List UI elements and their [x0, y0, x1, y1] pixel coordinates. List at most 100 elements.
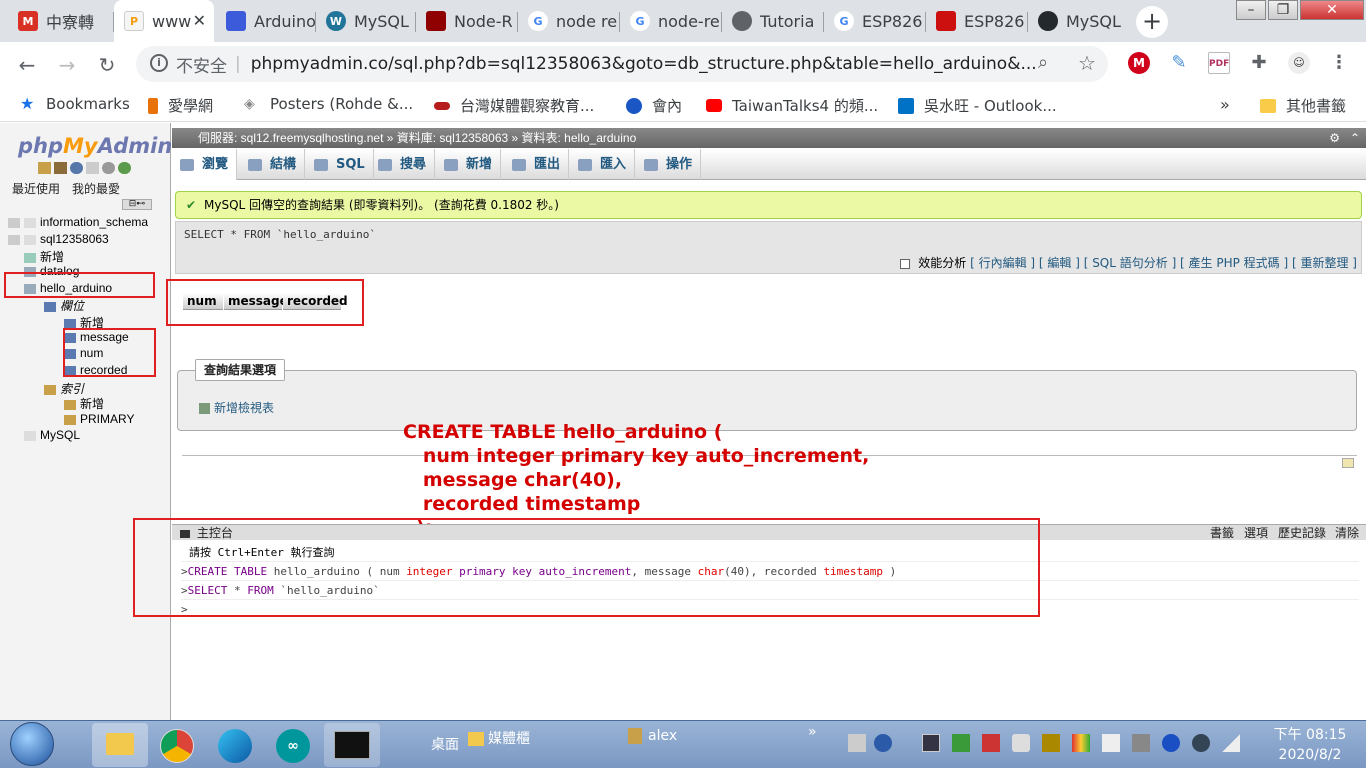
- profiling-checkbox[interactable]: [900, 258, 911, 269]
- bookmark-item[interactable]: ◈ Posters (Rohde &...: [244, 95, 413, 113]
- feather-extension-icon[interactable]: ✎: [1168, 52, 1190, 74]
- arduino-taskbar-icon[interactable]: ∞: [266, 723, 322, 767]
- start-button[interactable]: [10, 722, 54, 766]
- edge-taskbar-icon[interactable]: [208, 723, 264, 767]
- query-action-links[interactable]: [ 行內編輯 ] [ 編輯 ] [ SQL 語句分析 ] [ 產生 PHP 程式…: [970, 256, 1357, 270]
- docs-icon[interactable]: [86, 162, 99, 174]
- tree-db-information-schema[interactable]: information_schema: [8, 215, 148, 229]
- help-tray-icon[interactable]: [874, 734, 892, 752]
- browser-tab[interactable]: Tutoria: [722, 0, 824, 42]
- other-bookmarks-folder[interactable]: 其他書籤: [1260, 95, 1346, 116]
- browser-tab[interactable]: Node-R: [416, 0, 518, 42]
- app-tray-icon[interactable]: [1072, 734, 1090, 752]
- close-icon[interactable]: ✕: [193, 11, 206, 30]
- browser-tab[interactable]: M 中寮轉: [8, 0, 114, 42]
- create-view-link[interactable]: 新增檢視表: [199, 399, 274, 416]
- tree-new-index[interactable]: 新增: [64, 395, 104, 412]
- tab-browse[interactable]: 瀏覽: [172, 149, 238, 180]
- flag-icon[interactable]: [1102, 734, 1120, 752]
- browser-tab[interactable]: ESP826: [926, 0, 1028, 42]
- bookmark-item[interactable]: 會內: [626, 95, 682, 116]
- forward-arrow-icon[interactable]: →: [53, 51, 81, 79]
- browser-tab[interactable]: G ESP826: [824, 0, 926, 42]
- mega-extension-icon[interactable]: M: [1128, 52, 1150, 74]
- bookmark-item[interactable]: ★ Bookmarks: [20, 95, 130, 113]
- console-clear[interactable]: 清除: [1335, 525, 1359, 541]
- new-tab-button[interactable]: +: [1136, 6, 1168, 38]
- sync-icon[interactable]: [952, 734, 970, 752]
- settings-icon[interactable]: [102, 162, 115, 174]
- tree-columns[interactable]: 欄位: [44, 297, 84, 314]
- tab-operations[interactable]: 操作: [636, 149, 702, 180]
- tab-search[interactable]: 搜尋: [370, 149, 436, 180]
- tab-sql[interactable]: SQL: [306, 149, 374, 180]
- print-view-icon[interactable]: [1342, 458, 1354, 468]
- recent-tab[interactable]: 最近使用: [12, 180, 60, 197]
- volume-icon[interactable]: [1012, 734, 1030, 752]
- puzzle-extensions-icon[interactable]: ✚: [1248, 52, 1270, 74]
- breadcrumb-db[interactable]: 資料庫: sql12358063: [397, 131, 508, 145]
- explorer-taskbar-icon[interactable]: [92, 723, 148, 767]
- browser-tab[interactable]: W MySQL: [316, 0, 416, 42]
- tree-db-sql12358063[interactable]: sql12358063: [8, 232, 109, 246]
- profile-avatar[interactable]: ☺: [1288, 52, 1310, 74]
- signal-icon[interactable]: [1222, 734, 1240, 752]
- browser-tab-active[interactable]: P www ✕: [114, 0, 214, 42]
- bookmark-item[interactable]: TaiwanTalks4 的頻...: [706, 95, 878, 116]
- breadcrumb-server[interactable]: 伺服器: sql12.freemysqlhosting.net: [198, 131, 383, 145]
- collapse-icon[interactable]: [8, 234, 20, 245]
- browser-tab[interactable]: G node-re: [620, 0, 722, 42]
- zoom-icon[interactable]: ⌕: [1038, 52, 1048, 73]
- minimize-button[interactable]: –: [1236, 0, 1266, 20]
- menu-dots-icon[interactable]: ⋮: [1328, 52, 1350, 74]
- keyboard-icon[interactable]: [848, 734, 866, 752]
- browser-tab[interactable]: MySQL: [1028, 0, 1128, 42]
- browser-tab[interactable]: Arduino: [216, 0, 316, 42]
- tree-index-primary[interactable]: PRIMARY: [64, 412, 134, 426]
- monitor-icon[interactable]: [922, 734, 940, 752]
- chrome-taskbar-icon[interactable]: [150, 723, 206, 767]
- reload-icon[interactable]: ↻: [93, 51, 121, 79]
- home-icon[interactable]: [38, 162, 51, 174]
- tree-new-table[interactable]: 新增: [24, 248, 64, 265]
- media-library-toolbar[interactable]: 媒體櫃: [468, 728, 530, 748]
- info-icon[interactable]: i: [150, 54, 168, 72]
- expand-icon[interactable]: [8, 217, 20, 228]
- reload-nav-icon[interactable]: [118, 162, 131, 174]
- security-icon[interactable]: [1042, 734, 1060, 752]
- tab-insert[interactable]: 新增: [436, 149, 502, 180]
- pdf-extension-icon[interactable]: PDF: [1208, 52, 1230, 74]
- clock[interactable]: 下午 08:15 2020/8/2: [1262, 725, 1358, 765]
- cortana-icon[interactable]: [1192, 734, 1210, 752]
- console-history[interactable]: 歷史記錄: [1278, 525, 1326, 541]
- gear-icon[interactable]: ⚙: [1329, 128, 1340, 148]
- bookmarks-overflow-button[interactable]: »: [1220, 95, 1230, 114]
- bookmark-star-icon[interactable]: ☆: [1078, 51, 1096, 75]
- tab-structure[interactable]: 結構: [240, 149, 306, 180]
- phpmyadmin-logo[interactable]: phpMyAdmin: [18, 134, 172, 158]
- network-icon[interactable]: [1132, 734, 1150, 752]
- breadcrumb-table[interactable]: 資料表: hello_arduino: [522, 131, 637, 145]
- collapse-all-icon[interactable]: ⊟⊷: [122, 199, 152, 210]
- user-toolbar[interactable]: alex: [628, 728, 677, 744]
- collapse-icon[interactable]: ⌃: [1350, 128, 1360, 148]
- battery-icon[interactable]: [982, 734, 1000, 752]
- sql-query[interactable]: SELECT * FROM `hello_arduino`: [184, 228, 376, 241]
- tab-export[interactable]: 匯出: [504, 149, 570, 180]
- help-icon[interactable]: [70, 162, 83, 174]
- bookmark-item[interactable]: 愛學網: [148, 95, 213, 116]
- address-bar[interactable]: i 不安全 | phpmyadmin.co/sql.php?db=sql1235…: [136, 46, 1108, 82]
- tab-import[interactable]: 匯入: [570, 149, 636, 180]
- back-arrow-icon[interactable]: ←: [13, 51, 41, 79]
- console-bookmarks[interactable]: 書籤: [1210, 525, 1234, 541]
- favorites-tab[interactable]: 我的最愛: [72, 180, 120, 197]
- console-options[interactable]: 選項: [1244, 525, 1268, 541]
- tree-db-mysql[interactable]: MySQL: [24, 428, 80, 442]
- browser-tab[interactable]: G node re: [518, 0, 620, 42]
- taskbar-overflow[interactable]: »: [808, 724, 817, 740]
- maximize-button[interactable]: ❐: [1268, 0, 1298, 20]
- bookmark-item[interactable]: 台灣媒體觀察教育...: [434, 95, 594, 116]
- terminal-taskbar-icon[interactable]: [324, 723, 380, 767]
- bookmark-item[interactable]: 吳水旺 - Outlook...: [898, 95, 1057, 116]
- logout-icon[interactable]: [54, 162, 67, 174]
